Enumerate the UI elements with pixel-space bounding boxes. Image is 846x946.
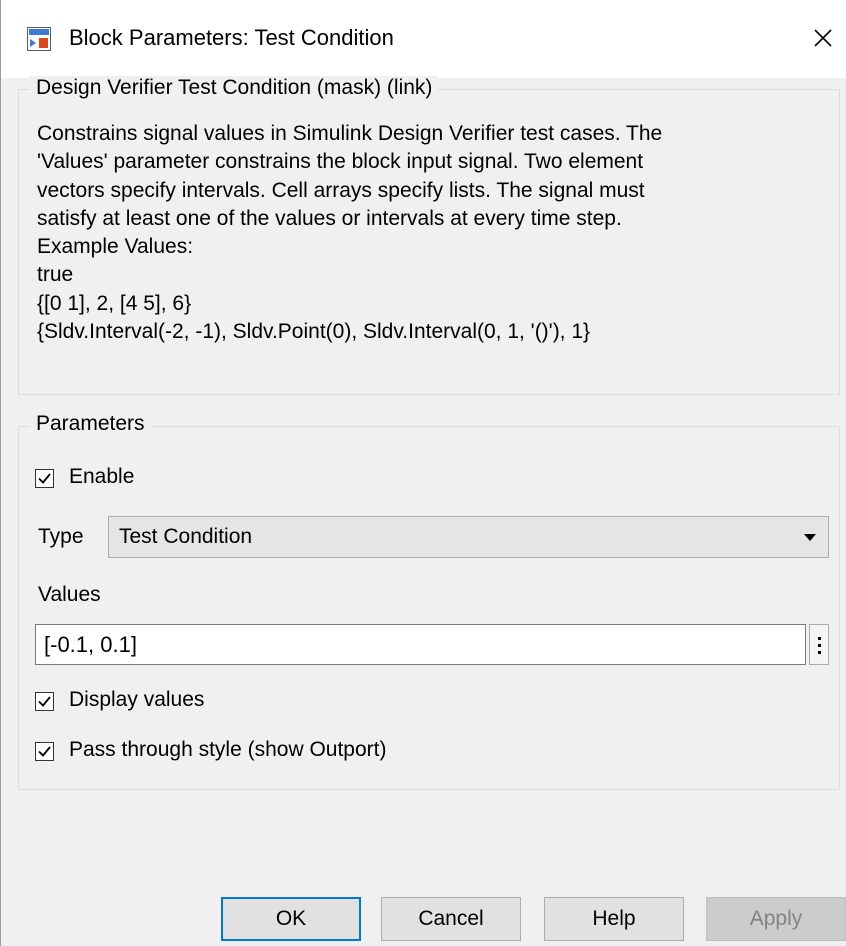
enable-checkbox-box[interactable] [35, 469, 54, 488]
checkmark-icon [38, 696, 51, 707]
type-dropdown[interactable]: Test Condition [108, 516, 829, 558]
enable-label: Enable [69, 465, 135, 488]
block-description: Constrains signal values in Simulink Des… [37, 122, 663, 344]
display-values-checkbox-box[interactable] [35, 692, 54, 711]
block-parameters-dialog: Block Parameters: Test Condition Design … [0, 0, 846, 946]
cancel-button[interactable]: Cancel [381, 897, 521, 941]
pass-through-checkbox-box[interactable] [35, 742, 54, 761]
window-title: Block Parameters: Test Condition [69, 25, 394, 50]
apply-button[interactable]: Apply [706, 897, 846, 941]
pass-through-label: Pass through style (show Outport) [69, 738, 387, 761]
help-button[interactable]: Help [544, 897, 684, 941]
display-values-label: Display values [69, 688, 205, 711]
simulink-block-icon [27, 27, 51, 51]
values-options-button[interactable] [809, 624, 829, 665]
description-group-legend: Design Verifier Test Condition (mask) (l… [30, 76, 439, 100]
close-icon[interactable] [805, 20, 841, 56]
chevron-down-icon [804, 534, 816, 541]
values-label: Values [38, 583, 101, 606]
type-selected-value: Test Condition [119, 525, 253, 548]
more-dot-icon [818, 637, 821, 640]
title-bar: Block Parameters: Test Condition [1, 0, 846, 78]
checkmark-icon [38, 746, 51, 757]
parameters-group [18, 426, 840, 790]
checkmark-icon [38, 473, 51, 484]
more-dot-icon [818, 651, 821, 654]
parameters-group-legend: Parameters [30, 412, 151, 436]
values-input[interactable] [35, 624, 806, 665]
ok-button[interactable]: OK [221, 897, 361, 941]
type-label: Type [38, 525, 84, 548]
more-dot-icon [818, 644, 821, 647]
